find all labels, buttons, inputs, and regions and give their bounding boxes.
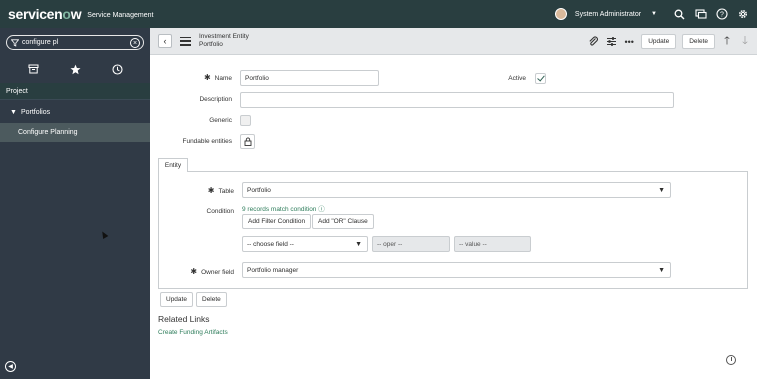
logo-text: servicenow <box>8 6 82 22</box>
clear-filter-icon[interactable]: × <box>130 38 140 48</box>
header-delete-button[interactable]: Delete <box>682 34 715 49</box>
tab-entity[interactable]: Entity <box>158 158 188 172</box>
choose-field-value: -- choose field -- <box>247 240 294 248</box>
records-match-link[interactable]: 9 records match condition ⓘ <box>242 203 325 213</box>
dropdown-arrow-icon: ▼ <box>658 267 665 274</box>
dropdown-arrow-icon: ▼ <box>355 241 362 248</box>
help-icon[interactable]: ? <box>715 8 728 21</box>
gear-icon[interactable] <box>736 8 749 21</box>
delete-button[interactable]: Delete <box>196 292 227 307</box>
app-name: Service Management <box>87 11 154 19</box>
history-clock-icon[interactable] <box>110 62 124 76</box>
nav-item-configure-planning[interactable]: Configure Planning <box>0 123 150 142</box>
collapse-navigator-icon[interactable]: ◀ <box>5 361 16 372</box>
navigator-filter-input[interactable]: configure pl <box>22 39 58 46</box>
record-form: ✱ Name Portfolio Active Description Gener… <box>150 55 757 379</box>
search-icon[interactable] <box>673 8 686 21</box>
fundable-entities-label: Fundable entities <box>182 138 232 145</box>
info-icon: ⓘ <box>318 206 325 213</box>
form-title-record: Portfolio <box>199 41 223 48</box>
active-label: Active <box>508 75 526 82</box>
previous-record-arrow-up-icon[interactable]: 🡑 <box>721 35 733 48</box>
table-select-value: Portfolio <box>247 186 271 194</box>
top-banner: servicenow Service Management System Adm… <box>0 0 757 28</box>
personalize-sliders-icon[interactable] <box>605 36 617 48</box>
user-avatar[interactable] <box>554 8 567 20</box>
servicenow-logo[interactable]: servicenow <box>8 6 82 22</box>
generic-label: Generic <box>209 117 232 124</box>
required-asterisk-icon: ✱ <box>190 267 198 276</box>
user-menu[interactable]: System Administrator <box>575 11 641 18</box>
response-time-icon[interactable] <box>726 355 736 365</box>
favorites-star-icon[interactable] <box>68 62 82 76</box>
active-checkbox[interactable] <box>535 73 546 84</box>
owner-field-label: ✱ Owner field <box>180 267 234 276</box>
choose-field-select[interactable]: -- choose field -- ▼ <box>242 236 368 252</box>
form-title: Investment Entity Portfolio <box>199 33 249 49</box>
context-menu-icon[interactable] <box>180 36 191 46</box>
add-or-clause-button[interactable]: Add "OR" Clause <box>312 214 374 229</box>
navigator-filter[interactable]: configure pl × <box>6 35 144 50</box>
name-label-text: Name <box>214 75 232 82</box>
all-apps-icon[interactable] <box>26 62 40 76</box>
form-header: ‹ Investment Entity Portfolio ••• Update… <box>150 28 757 55</box>
related-links-title: Related Links <box>158 314 210 324</box>
attachment-paperclip-icon[interactable] <box>587 36 599 48</box>
back-button[interactable]: ‹ <box>158 34 172 48</box>
required-asterisk-icon: ✱ <box>203 73 211 82</box>
condition-label: Condition <box>206 208 234 215</box>
create-funding-artifacts-link[interactable]: Create Funding Artifacts <box>158 329 228 336</box>
nav-module-label: Portfolios <box>20 108 51 116</box>
table-label: ✱ Table <box>190 186 234 195</box>
operator-select[interactable]: -- oper -- <box>372 236 450 252</box>
name-label: ✱ Name <box>190 73 232 82</box>
required-asterisk-icon: ✱ <box>207 186 215 195</box>
chat-icon[interactable] <box>694 8 707 21</box>
table-label-text: Table <box>218 188 234 195</box>
table-select[interactable]: Portfolio ▼ <box>242 182 671 198</box>
dropdown-arrow-icon: ▼ <box>658 187 665 194</box>
generic-checkbox[interactable] <box>240 115 251 126</box>
description-label: Description <box>199 96 232 103</box>
add-filter-condition-button[interactable]: Add Filter Condition <box>242 214 312 229</box>
banner-actions: System Administrator ▼ ? <box>554 0 749 28</box>
unlock-field-button[interactable] <box>240 134 255 149</box>
name-field[interactable]: Portfolio <box>240 70 379 86</box>
navigator-tabs <box>0 58 150 80</box>
update-button[interactable]: Update <box>160 292 193 307</box>
header-update-button[interactable]: Update <box>641 34 677 49</box>
value-input[interactable]: -- value -- <box>454 236 531 252</box>
lock-icon <box>244 137 251 146</box>
filter-icon <box>11 38 19 47</box>
owner-field-select[interactable]: Portfolio manager ▼ <box>242 262 671 278</box>
expand-triangle-icon: ▼ <box>10 108 17 116</box>
chevron-down-icon[interactable]: ▼ <box>651 11 657 17</box>
records-match-text: 9 records match condition <box>242 206 317 213</box>
owner-field-label-text: Owner field <box>201 269 234 276</box>
svg-text:?: ? <box>720 12 724 19</box>
description-field[interactable] <box>240 92 674 108</box>
application-navigator: configure pl × Project ▼ Portfolios Conf… <box>0 28 150 379</box>
next-record-arrow-down-icon[interactable]: 🡓 <box>739 35 751 48</box>
form-header-actions: ••• Update Delete 🡑 🡓 <box>587 28 751 55</box>
nav-module-portfolios[interactable]: ▼ Portfolios <box>0 102 150 122</box>
nav-section-project[interactable]: Project <box>0 83 150 100</box>
form-title-table: Investment Entity <box>199 33 249 40</box>
more-options-icon[interactable]: ••• <box>623 36 635 48</box>
owner-field-value: Portfolio manager <box>247 266 299 274</box>
mouse-pointer-icon <box>99 229 109 240</box>
